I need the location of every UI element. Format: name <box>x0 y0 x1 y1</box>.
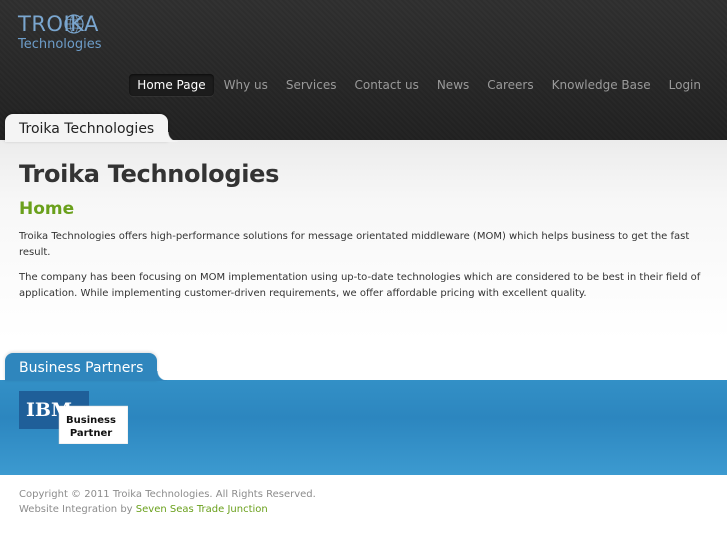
focus-paragraph: The company has been focusing on MOM imp… <box>19 272 701 299</box>
svg-text:Partner: Partner <box>70 428 112 439</box>
integration-prefix: Website Integration by <box>19 504 136 515</box>
globe-icon <box>64 14 84 34</box>
content-tab-label: Troika Technologies <box>5 114 179 142</box>
nav-why-us[interactable]: Why us <box>216 74 276 96</box>
logo-wordmark: TROIKA <box>18 12 99 36</box>
nav-contact-us[interactable]: Contact us <box>346 74 426 96</box>
intro-paragraph: Troika Technologies offers high-performa… <box>19 231 690 258</box>
integration-link[interactable]: Seven Seas Trade Junction <box>136 504 268 515</box>
nav-news[interactable]: News <box>429 74 477 96</box>
nav-home-page[interactable]: Home Page <box>129 73 214 96</box>
logo-subtitle: Technologies <box>18 37 102 52</box>
page-title: Troika Technologies <box>19 160 280 188</box>
svg-text:Business: Business <box>66 415 116 426</box>
nav-knowledge-base[interactable]: Knowledge Base <box>544 74 659 96</box>
integration-credit: Website Integration by Seven Seas Trade … <box>19 504 268 515</box>
partners-tab-label: Business Partners <box>5 353 168 381</box>
nav-login[interactable]: Login <box>661 74 709 96</box>
nav-careers[interactable]: Careers <box>479 74 541 96</box>
main-nav: Home Page Why us Services Contact us New… <box>127 72 709 97</box>
ibm-business-partner-badge[interactable]: IBM Business Partner <box>19 391 128 444</box>
nav-services[interactable]: Services <box>278 74 345 96</box>
copyright-text: Copyright © 2011 Troika Technologies. Al… <box>19 489 316 500</box>
troika-logo[interactable]: TROIKA Technologies <box>18 12 110 54</box>
section-title: Home <box>19 199 75 219</box>
